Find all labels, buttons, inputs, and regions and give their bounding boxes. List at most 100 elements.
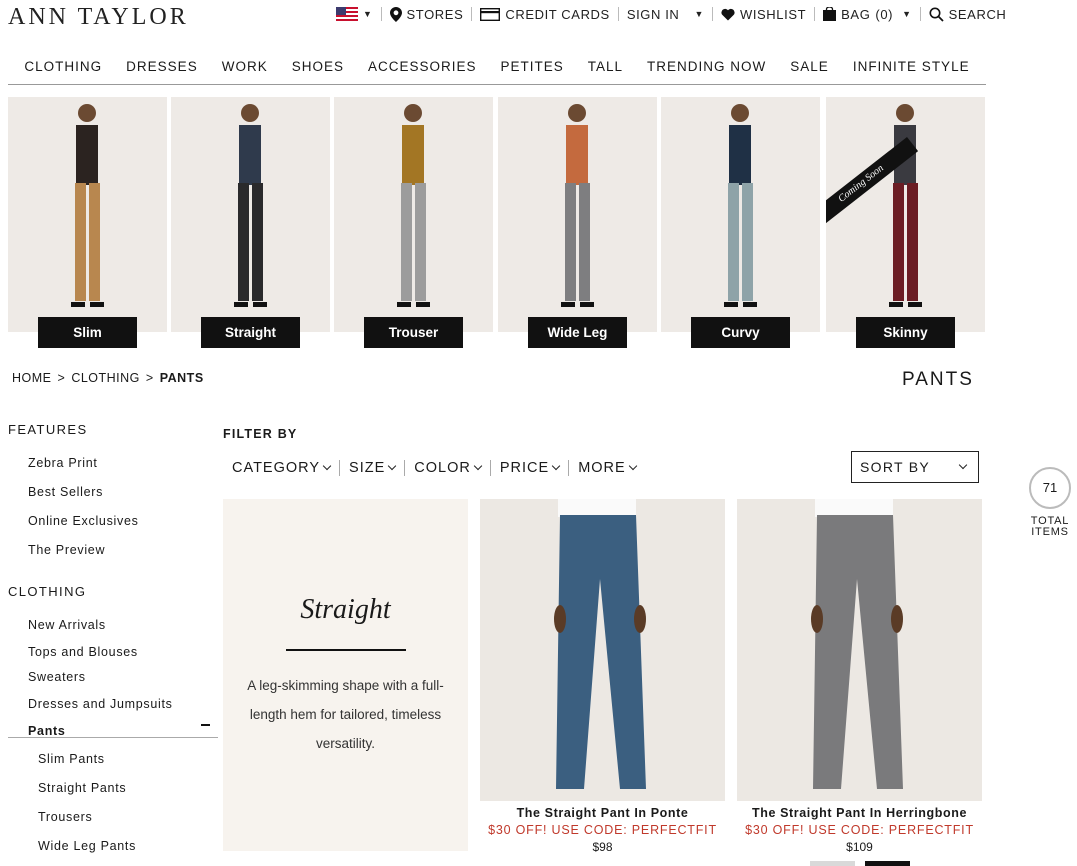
search-link[interactable]: SEARCH bbox=[921, 6, 1007, 22]
sidebar-clothing-link[interactable]: New Arrivals bbox=[28, 618, 106, 632]
sidebar-pants-sub-link[interactable]: Straight Pants bbox=[38, 781, 126, 795]
country-selector[interactable]: ▼ bbox=[328, 7, 382, 21]
fit-promo-tile: Straight A leg-skimming shape with a ful… bbox=[223, 499, 468, 851]
credit-cards-link[interactable]: CREDIT CARDS bbox=[472, 6, 619, 22]
filter-label: COLOR bbox=[414, 460, 471, 476]
fit-label-button[interactable]: Trouser bbox=[364, 317, 463, 348]
nav-item[interactable]: ACCESSORIES bbox=[356, 58, 489, 78]
total-count: 71 bbox=[1029, 467, 1071, 509]
nav-item[interactable]: CLOTHING bbox=[12, 58, 114, 78]
filter-label: PRICE bbox=[499, 460, 550, 476]
breadcrumb-clothing[interactable]: CLOTHING bbox=[71, 371, 140, 385]
promo-description: A leg-skimming shape with a full-length … bbox=[247, 678, 444, 751]
chevron-down-icon bbox=[473, 461, 483, 471]
product-promo: $30 OFF! USE CODE: PERFECTFIT bbox=[488, 823, 717, 837]
product-card: The Straight Pant In Herringbone $30 OFF!… bbox=[737, 499, 982, 854]
swatch-dark[interactable] bbox=[865, 861, 910, 866]
product-card: The Straight Pant In Ponte $30 OFF! USE C… bbox=[480, 499, 725, 854]
product-promo: $30 OFF! USE CODE: PERFECTFIT bbox=[745, 823, 974, 837]
fit-tile[interactable] bbox=[334, 97, 493, 332]
nav-item[interactable]: TALL bbox=[576, 58, 635, 78]
breadcrumb-separator: > bbox=[57, 371, 66, 385]
sidebar-clothing-link[interactable]: Tops and Blouses bbox=[28, 645, 138, 659]
sidebar-clothing-link[interactable]: Sweaters bbox=[28, 670, 86, 684]
wishlist-link[interactable]: WISHLIST bbox=[713, 6, 816, 22]
sort-by-dropdown[interactable]: SORT BY bbox=[851, 451, 979, 483]
credit-cards-label: CREDIT CARDS bbox=[505, 6, 610, 22]
sign-in-label: SIGN IN bbox=[626, 6, 680, 22]
sidebar-clothing-link[interactable]: Pants bbox=[28, 724, 66, 738]
nav-item[interactable]: DRESSES bbox=[114, 58, 210, 78]
model-photo bbox=[171, 97, 330, 332]
fit-tile[interactable] bbox=[498, 97, 657, 332]
fit-carousel: Coming Soon bbox=[8, 97, 986, 332]
sidebar-feature-link[interactable]: Zebra Print bbox=[28, 456, 98, 470]
fit-tile[interactable] bbox=[171, 97, 330, 332]
sign-in-link[interactable]: SIGN IN ▼ bbox=[619, 6, 713, 22]
bag-link[interactable]: BAG (0) ▼ bbox=[815, 6, 921, 22]
caret-down-icon: ▼ bbox=[902, 9, 912, 19]
sidebar-feature-link[interactable]: The Preview bbox=[28, 543, 105, 557]
product-name[interactable]: The Straight Pant In Ponte bbox=[480, 806, 725, 820]
product-image[interactable] bbox=[480, 499, 725, 801]
fit-label-button[interactable]: Skinny bbox=[856, 317, 955, 348]
model-photo bbox=[661, 97, 820, 332]
filter-dropdown[interactable]: CATEGORY bbox=[223, 460, 341, 476]
product-photo bbox=[737, 499, 982, 801]
bag-label: BAG bbox=[841, 6, 871, 22]
stores-link[interactable]: STORES bbox=[382, 6, 473, 22]
fit-tile[interactable] bbox=[8, 97, 167, 332]
filter-bar: CATEGORY SIZE COLOR PRICE MORE bbox=[223, 460, 645, 476]
fit-label-button[interactable]: Wide Leg bbox=[528, 317, 627, 348]
sidebar-pants-sub-link[interactable]: Slim Pants bbox=[38, 752, 105, 766]
product-image[interactable] bbox=[737, 499, 982, 801]
nav-item[interactable]: INFINITE STYLE bbox=[841, 58, 982, 78]
wishlist-label: WISHLIST bbox=[739, 6, 807, 22]
fit-tile[interactable] bbox=[661, 97, 820, 332]
sidebar-clothing-link[interactable]: Dresses and Jumpsuits bbox=[28, 697, 173, 711]
nav-item[interactable]: SHOES bbox=[280, 58, 356, 78]
breadcrumb-separator: > bbox=[145, 371, 154, 385]
brand-logo[interactable]: ANN TAYLOR bbox=[8, 4, 189, 31]
bag-count: (0) bbox=[875, 6, 894, 22]
sidebar-feature-link[interactable]: Online Exclusives bbox=[28, 514, 139, 528]
sidebar-feature-link[interactable]: Best Sellers bbox=[28, 485, 103, 499]
total-items: 71 TOTAL ITEMS bbox=[1028, 467, 1072, 538]
breadcrumb-current: PANTS bbox=[159, 371, 204, 385]
filter-label: MORE bbox=[578, 460, 626, 476]
sidebar-pants-sub-link[interactable]: Wide Leg Pants bbox=[38, 839, 136, 853]
fit-label-button[interactable]: Straight bbox=[201, 317, 300, 348]
search-label: SEARCH bbox=[948, 6, 1007, 22]
caret-down-icon: ▼ bbox=[363, 9, 373, 19]
filter-dropdown[interactable]: MORE bbox=[569, 460, 645, 476]
breadcrumb: HOME > CLOTHING > PANTS bbox=[12, 371, 204, 385]
utility-bar: ▼ STORES CREDIT CARDS SIGN IN ▼ WISHLIST… bbox=[328, 6, 1007, 22]
us-flag-icon bbox=[336, 7, 358, 21]
product-name[interactable]: The Straight Pant In Herringbone bbox=[737, 806, 982, 820]
promo-title: Straight bbox=[300, 594, 391, 625]
nav-item[interactable]: WORK bbox=[210, 58, 280, 78]
swatch-light[interactable] bbox=[810, 861, 855, 866]
product-price: $98 bbox=[592, 840, 613, 854]
features-header: FEATURES bbox=[8, 422, 88, 437]
filter-dropdown[interactable]: PRICE bbox=[491, 460, 570, 476]
nav-item[interactable]: SALE bbox=[778, 58, 841, 78]
breadcrumb-home[interactable]: HOME bbox=[12, 371, 52, 385]
caret-down-icon: ▼ bbox=[694, 9, 704, 19]
fit-label-button[interactable]: Slim bbox=[38, 317, 137, 348]
model-photo bbox=[334, 97, 493, 332]
stores-label: STORES bbox=[406, 6, 464, 22]
product-price: $109 bbox=[846, 840, 873, 854]
filter-dropdown[interactable]: COLOR bbox=[405, 460, 491, 476]
product-photo bbox=[480, 499, 725, 801]
shopping-bag-icon bbox=[823, 7, 837, 21]
fit-tile[interactable]: Coming Soon bbox=[826, 97, 985, 332]
filter-dropdown[interactable]: SIZE bbox=[340, 460, 406, 476]
collapse-minus-icon[interactable] bbox=[201, 724, 210, 726]
nav-item[interactable]: PETITES bbox=[489, 58, 576, 78]
sidebar-pants-sub-link[interactable]: Trousers bbox=[38, 810, 92, 824]
model-photo bbox=[8, 97, 167, 332]
total-label: TOTAL ITEMS bbox=[1030, 515, 1070, 538]
fit-label-button[interactable]: Curvy bbox=[691, 317, 790, 348]
nav-item[interactable]: TRENDING NOW bbox=[635, 58, 778, 78]
